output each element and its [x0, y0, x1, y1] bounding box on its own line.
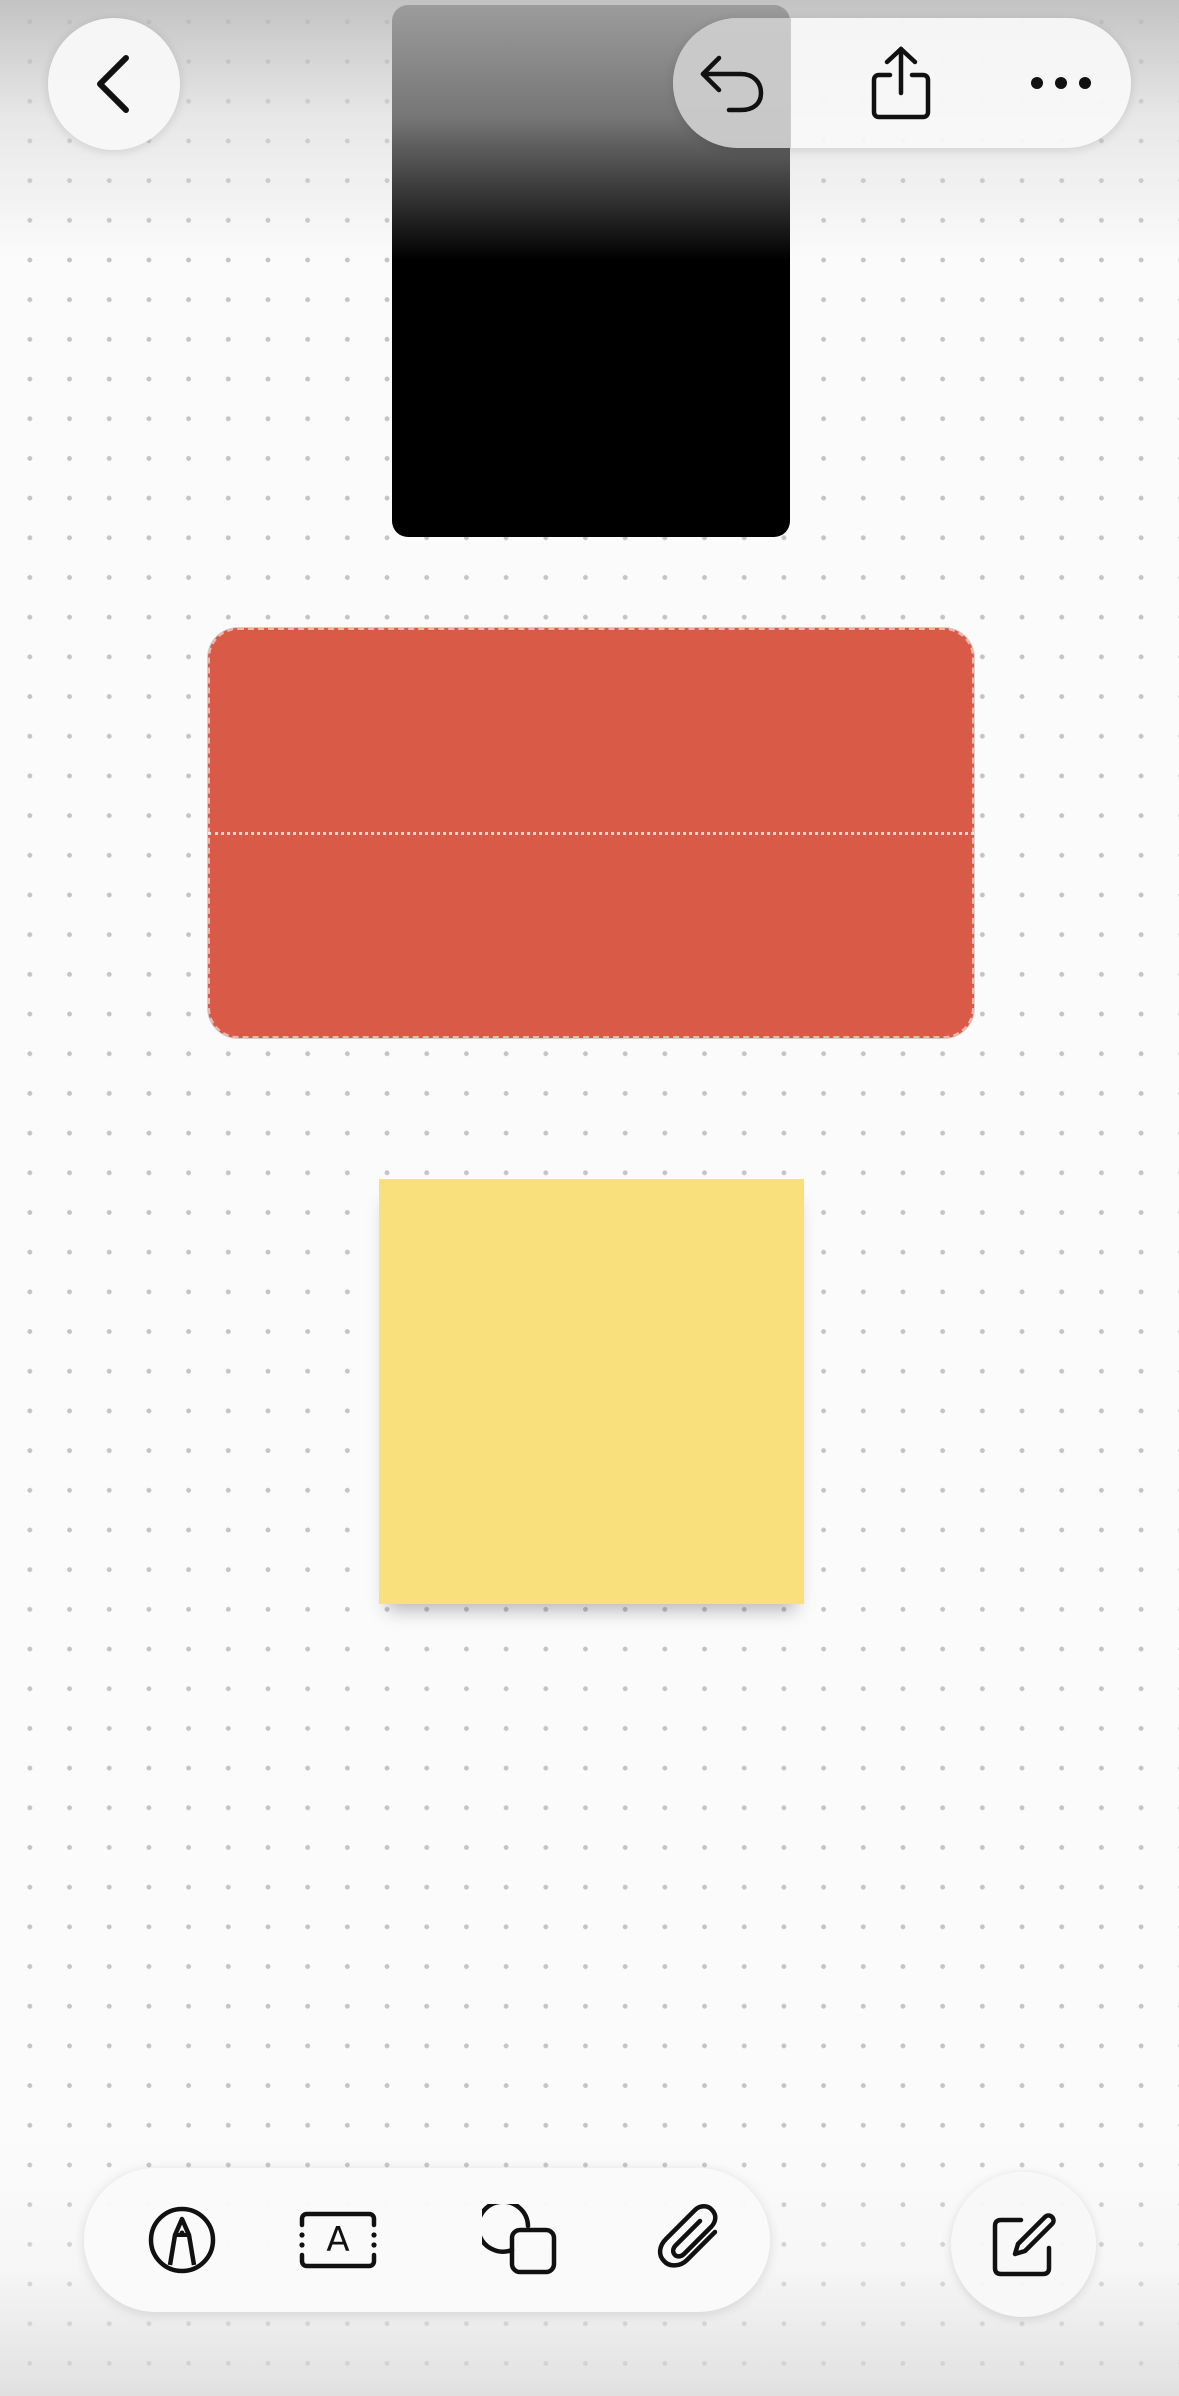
undo-button[interactable]	[673, 18, 791, 148]
top-actions-pill	[673, 18, 1131, 148]
share-icon	[871, 46, 931, 120]
compose-icon	[992, 2212, 1056, 2276]
chevron-left-icon	[97, 55, 129, 113]
undo-arrow-icon	[700, 55, 764, 113]
pen-tip-icon	[148, 2206, 216, 2274]
shape-dotted-guide-line	[208, 832, 974, 835]
ellipsis-icon	[1031, 77, 1091, 89]
new-note-button[interactable]	[951, 2172, 1096, 2317]
text-box-icon: A	[299, 2211, 377, 2269]
more-button[interactable]	[991, 18, 1131, 148]
bottom-toolbar: A	[84, 2168, 770, 2312]
text-tool-button[interactable]: A	[278, 2168, 398, 2312]
paperclip-icon	[657, 2204, 718, 2268]
pen-tool-button[interactable]	[122, 2168, 242, 2312]
text-tool-glyph: A	[326, 2220, 350, 2260]
shapes-icon	[482, 2204, 557, 2275]
back-button[interactable]	[48, 18, 180, 150]
yellow-sticky-note[interactable]	[379, 1179, 804, 1604]
shapes-tool-button[interactable]	[460, 2168, 580, 2312]
attachment-tool-button[interactable]	[632, 2168, 752, 2312]
red-rounded-rectangle-shape[interactable]	[208, 628, 974, 1038]
share-button[interactable]	[831, 18, 971, 148]
